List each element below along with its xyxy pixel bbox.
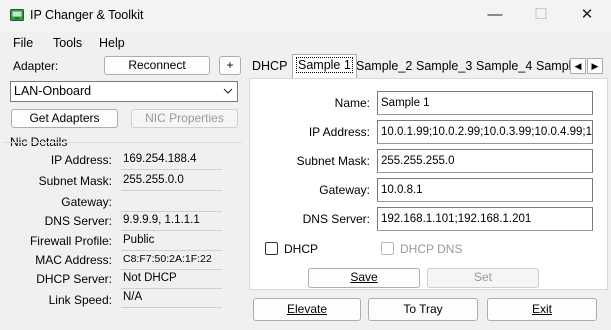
to-tray-button-label: To Tray [403,302,443,316]
detail-mac-label: MAC Address: [35,253,112,267]
detail-firewall-label: Firewall Profile: [29,234,112,248]
to-tray-button[interactable]: To Tray [368,298,478,321]
get-adapters-button[interactable]: Get Adapters [11,109,118,128]
subnet-mask-input[interactable]: 255.255.255.0 [377,149,593,173]
maximize-button[interactable]: ☐ [518,0,564,32]
detail-link-speed-value: N/A [121,289,222,308]
gateway-input[interactable]: 10.0.8.1 [377,178,593,202]
gateway-label: Gateway: [319,183,370,197]
detail-subnet-label: Subnet Mask: [38,174,112,188]
window-title: IP Changer & Toolkit [30,8,144,22]
chevron-down-icon [223,83,233,104]
detail-dns-value: 9.9.9.9, 1.1.1.1 [121,212,222,231]
detail-gateway-label: Gateway: [61,195,112,209]
elevate-button[interactable]: Elevate [253,298,361,321]
detail-firewall-value: Public [121,232,222,251]
subnet-mask-label: Subnet Mask: [296,154,370,168]
title-bar[interactable]: IP Changer & Toolkit — ☐ ✕ [0,0,611,32]
tab-sample-1-label: Sample 1 [296,57,353,73]
exit-button-label: Exit [531,302,552,316]
dns-server-label: DNS Server: [302,212,370,226]
dhcp-dns-checkbox-label[interactable]: DHCP DNS [400,242,462,256]
close-button[interactable]: ✕ [564,0,610,32]
detail-ip-label: IP Address: [50,153,112,167]
detail-dhcp-server-value: Not DHCP [121,270,222,289]
detail-link-speed-label: Link Speed: [48,293,112,307]
add-adapter-button[interactable]: + [219,56,241,75]
app-icon [10,9,24,21]
minimize-button[interactable]: — [472,0,518,32]
adapter-select[interactable]: LAN-Onboard [10,81,238,102]
adapter-label: Adapter: [13,59,59,73]
tab-scroll-left-icon[interactable]: ◀ [570,58,586,74]
adapter-select-value: LAN-Onboard [14,84,92,98]
save-button-label: Save [350,270,378,284]
dhcp-checkbox-label[interactable]: DHCP [284,242,318,256]
tab-sample-3[interactable]: Sample_3 [416,56,472,78]
nic-properties-button[interactable]: NIC Properties [131,109,238,128]
name-input[interactable]: Sample 1 [377,91,593,115]
exit-button[interactable]: Exit [487,298,597,321]
tab-dhcp[interactable]: DHCP [252,56,287,78]
menu-tools[interactable]: Tools [53,36,82,50]
tab-sample-4[interactable]: Sample_4 [476,56,532,78]
tab-sample-2[interactable]: Sample_2 [356,56,412,78]
ip-address-label: IP Address: [308,125,370,139]
reconnect-button[interactable]: Reconnect [104,56,210,75]
dns-server-input[interactable]: 192.168.1.101;192.168.1.201 [377,207,593,231]
elevate-button-label: Elevate [286,302,328,316]
dhcp-checkbox[interactable] [265,242,278,255]
detail-subnet-value: 255.255.0.0 [121,172,222,191]
tab-scroll-right-icon[interactable]: ▶ [587,58,603,74]
detail-mac-value: C8:F7:50:2A:1F:22 [121,251,222,270]
set-button[interactable]: Set [427,268,539,288]
ip-address-input[interactable]: 10.0.1.99;10.0.2.99;10.0.3.99;10.0.4.99;… [377,120,593,144]
name-label: Name: [334,96,370,110]
menu-file[interactable]: File [13,36,33,50]
detail-gateway-value [121,193,222,212]
detail-dns-label: DNS Server: [44,214,112,228]
detail-dhcp-server-label: DHCP Server: [36,272,112,286]
dhcp-dns-checkbox[interactable] [381,242,394,255]
tab-sample-5[interactable]: Sampl [536,56,571,78]
menu-bar: File Tools Help [0,32,611,54]
tab-sample-1[interactable]: Sample 1 [292,54,357,78]
menu-help[interactable]: Help [99,36,125,50]
detail-ip-value: 169.254.188.4 [121,151,222,170]
tab-strip: DHCP Sample 1 Sample_2 Sample_3 Sample_4… [249,54,609,78]
save-button[interactable]: Save [308,268,420,288]
